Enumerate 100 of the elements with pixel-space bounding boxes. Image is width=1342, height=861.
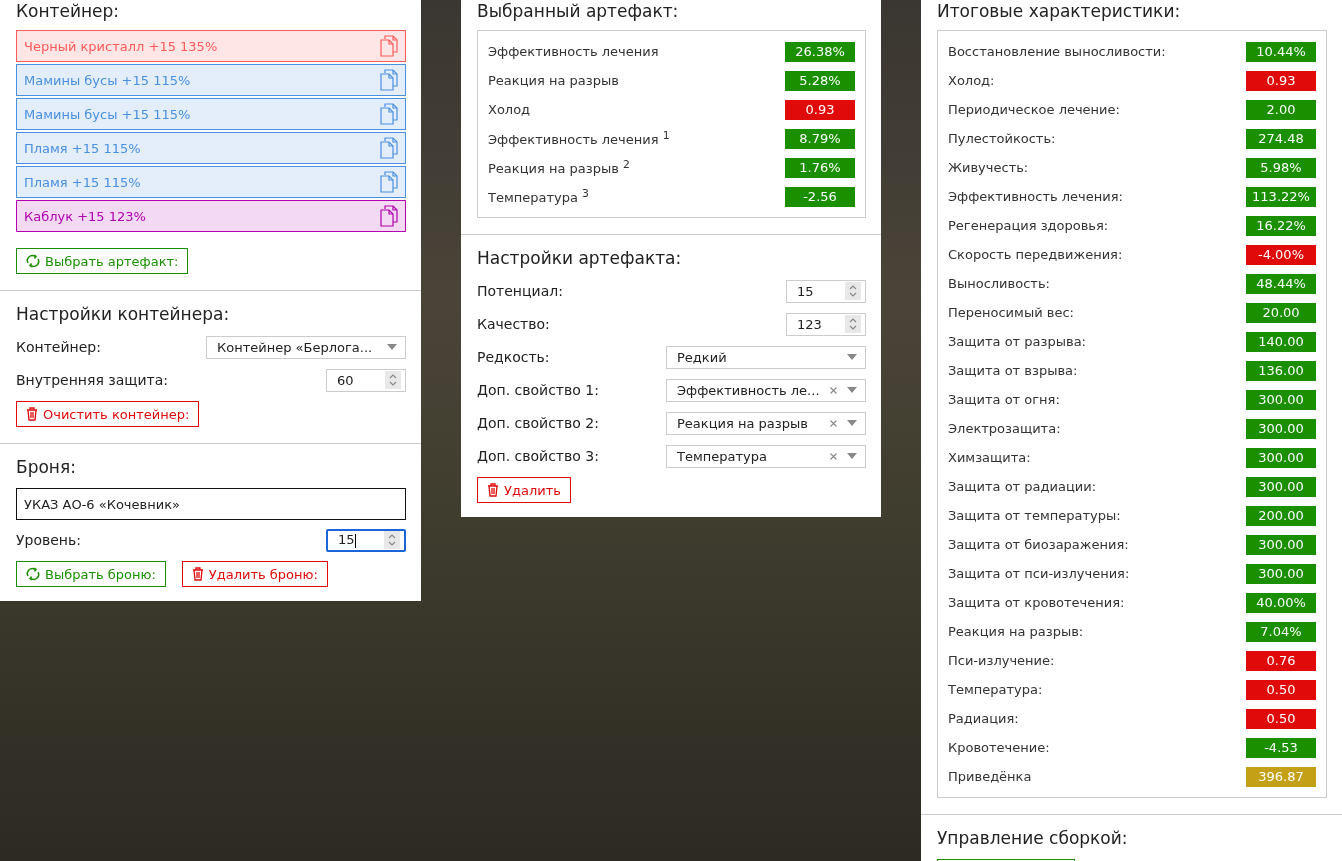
section-title: Управление сборкой: <box>937 827 1129 849</box>
field-label: Качество: <box>477 316 550 332</box>
artifact-item[interactable]: Мамины бусы +15 115% <box>16 98 406 130</box>
refresh-icon <box>26 254 40 268</box>
select-field[interactable]: Температура <box>666 444 866 468</box>
field-label: Редкость: <box>477 349 550 365</box>
stat-label: Регенерация здоровья: <box>948 218 1109 233</box>
stat-label: Пси-излучение: <box>948 653 1055 668</box>
stat-label: Реакция на разрыв: <box>948 624 1084 639</box>
field-label: Доп. свойство 1: <box>477 382 599 398</box>
stat-value: 0.93 <box>785 99 855 120</box>
spinner-icon[interactable] <box>845 315 861 333</box>
copy-icon[interactable] <box>380 35 398 57</box>
stat-label: Холод <box>488 102 531 117</box>
field-label: Доп. свойство 3: <box>477 448 599 464</box>
select-field[interactable]: Редкий <box>666 345 866 369</box>
stat-label: Радиация: <box>948 711 1019 726</box>
stat-label: Температура: <box>948 682 1043 697</box>
caret-icon <box>847 354 857 360</box>
stat-value: 300.00 <box>1246 563 1316 584</box>
stat-label: Скорость передвижения: <box>948 247 1123 262</box>
stat-label: Химзащита: <box>948 450 1031 465</box>
spinner-icon[interactable] <box>845 282 861 300</box>
artifact-item[interactable]: Мамины бусы +15 115% <box>16 64 406 96</box>
stat-value: 2.00 <box>1246 99 1316 120</box>
copy-icon[interactable] <box>380 171 398 193</box>
section-title: Броня: <box>16 456 77 478</box>
artifact-item[interactable]: Пламя +15 115% <box>16 166 406 198</box>
stat-value: 274.48 <box>1246 128 1316 149</box>
spinner-icon[interactable] <box>384 531 400 549</box>
stat-label: Защита от кровотечения: <box>948 595 1125 610</box>
artifact-item[interactable]: Черный кристалл +15 135% <box>16 30 406 62</box>
clear-icon[interactable] <box>830 419 837 427</box>
trash-icon <box>487 483 499 497</box>
stat-value: 300.00 <box>1246 476 1316 497</box>
select-field[interactable]: Контейнер «Берлога... <box>206 335 406 359</box>
clear-container-button[interactable]: Очистить контейнер: <box>16 401 200 427</box>
stat-label: Защита от пси-излучения: <box>948 566 1130 581</box>
number-field[interactable]: 15 <box>786 279 866 303</box>
refresh-icon <box>26 567 40 581</box>
clear-icon[interactable] <box>830 386 837 394</box>
select-armor-button[interactable]: Выбрать броню: <box>16 561 166 587</box>
spinner-icon[interactable] <box>385 371 401 389</box>
stat-label: Защита от огня: <box>948 392 1060 407</box>
stat-label: Температура $^{3}$ <box>488 187 589 206</box>
delete-armor-button[interactable]: Удалить броню: <box>181 561 328 587</box>
stat-label: Защита от биозаражения: <box>948 537 1129 552</box>
stat-value: 10.44% <box>1246 41 1316 62</box>
section-title: Настройки артефакта: <box>477 247 683 269</box>
artifact-item[interactable]: Каблук +15 123% <box>16 200 406 232</box>
copy-icon[interactable] <box>380 103 398 125</box>
number-field[interactable]: 123 <box>786 312 866 336</box>
stat-value: 0.50 <box>1246 679 1316 700</box>
caret-icon <box>847 387 857 393</box>
stat-value: 300.00 <box>1246 389 1316 410</box>
stat-label: Эффективность лечения: <box>948 189 1123 204</box>
trash-icon <box>191 567 204 581</box>
stat-label: Эффективность лечения $^{1}$ <box>488 129 670 148</box>
stat-value: 396.87 <box>1246 766 1316 787</box>
select-artifact-button[interactable]: Выбрать артефакт: <box>16 248 189 274</box>
stat-value: -4.53 <box>1246 737 1316 758</box>
field-label: Уровень: <box>16 532 81 548</box>
caret-icon <box>847 420 857 426</box>
stat-value: 0.76 <box>1246 650 1316 671</box>
stat-value: -4.00% <box>1246 244 1316 265</box>
number-field[interactable]: 15 <box>326 528 406 552</box>
caret-icon <box>847 453 857 459</box>
section-title: Итоговые характеристики: <box>937 0 1182 22</box>
stat-value: 5.98% <box>1246 157 1316 178</box>
stat-label: Реакция на разрыв $^{2}$ <box>488 158 630 177</box>
stat-label: Электрозащита: <box>948 421 1061 436</box>
stat-label: Живучесть: <box>948 160 1029 175</box>
stat-label: Переносимый вес: <box>948 305 1074 320</box>
section-title: Выбранный артефакт: <box>477 0 680 22</box>
stat-value: 300.00 <box>1246 418 1316 439</box>
stat-value: 113.22% <box>1246 186 1316 207</box>
copy-icon[interactable] <box>380 205 398 227</box>
select-field[interactable]: Реакция на разрыв <box>666 411 866 435</box>
armor-name-field[interactable]: УКАЗ АО-6 «Кочевник» <box>16 488 406 520</box>
number-field[interactable]: 60 <box>326 368 406 392</box>
field-label: Внутренняя защита: <box>16 372 169 388</box>
stat-value: -2.56 <box>785 186 855 207</box>
stat-label: Пулестойкость: <box>948 131 1056 146</box>
stat-label: Реакция на разрыв <box>488 73 619 88</box>
artifact-item[interactable]: Пламя +15 115% <box>16 132 406 164</box>
copy-icon[interactable] <box>380 137 398 159</box>
section-title: Настройки контейнера: <box>16 303 231 325</box>
stat-value: 40.00% <box>1246 592 1316 613</box>
stat-label: Защита от температуры: <box>948 508 1121 523</box>
stat-value: 1.76% <box>785 157 855 178</box>
stat-value: 7.04% <box>1246 621 1316 642</box>
delete-artifact-button[interactable]: Удалить <box>477 477 571 503</box>
stat-label: Восстановление выносливости: <box>948 44 1166 59</box>
stat-label: Защита от радиации: <box>948 479 1097 494</box>
section-title: Контейнер: <box>16 0 121 22</box>
copy-icon[interactable] <box>380 69 398 91</box>
stat-value: 16.22% <box>1246 215 1316 236</box>
field-label: Доп. свойство 2: <box>477 415 599 431</box>
clear-icon[interactable] <box>830 452 837 460</box>
select-field[interactable]: Эффективность ле... <box>666 378 866 402</box>
